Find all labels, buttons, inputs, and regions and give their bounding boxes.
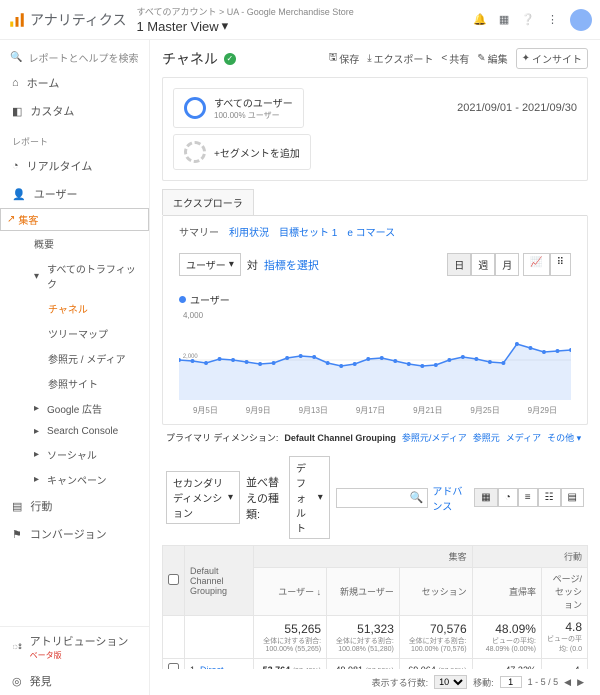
circle-icon [184,97,206,119]
dim-label: プライマリ ディメンション: [166,431,278,444]
range-label: 1 - 5 / 5 [528,677,559,687]
dot-icon [179,296,186,303]
tab-explorer[interactable]: エクスプローラ [162,189,254,215]
metric-select[interactable]: ユーザー ▾ [179,253,241,276]
bell-icon[interactable]: 🔔 [473,13,487,26]
subtab-ecom[interactable]: e コマース [347,224,395,239]
nav-acquisition[interactable]: ↗集客 [0,208,149,231]
view-selector[interactable]: 1 Master View ▾ [136,18,353,34]
share-button[interactable]: < 共有 [441,48,469,69]
block-icon: ◧ [12,105,22,118]
dim-m[interactable]: メディア [506,431,541,444]
page-title: チャネル [162,49,218,69]
insight-button[interactable]: ✦ インサイト [516,48,588,69]
chart-type-line[interactable]: 📈 [523,253,549,276]
export-button[interactable]: ⤓ エクスポート [367,48,433,69]
sort-label: 並べ替えの種類: [246,474,283,522]
vs-label: 対 [247,257,258,273]
secondary-dim[interactable]: セカンダリ ディメンション ▾ [166,471,240,524]
prev-button[interactable]: ◀ [564,677,571,688]
next-button[interactable]: ▶ [577,677,584,688]
save-button[interactable]: 🖫 保存 [329,48,360,69]
nav-reports-header: レポート [0,125,149,152]
grid-icon: ▤ [12,500,22,513]
search-box[interactable]: 🔍 [336,488,429,508]
nav-overview[interactable]: 概要 [30,231,149,256]
view-perf[interactable]: ≡ [518,488,538,507]
clock-icon: ◔ [12,160,19,172]
table-row[interactable]: 1. Direct53,764 (97.49%)49,981 (97.53%)6… [163,659,588,670]
avatar[interactable] [570,9,592,31]
select-all[interactable] [168,574,179,585]
help-icon[interactable]: ❔ [521,13,535,26]
breadcrumb[interactable]: すべてのアカウント > UA - Google Merchandise Stor… [136,5,353,18]
select-metric[interactable]: 指標を選択 [264,257,319,273]
nav-behavior[interactable]: ▤行動 [0,492,149,520]
nav-google-ads[interactable]: ▸ Google 広告 [30,396,149,421]
chart-type-motion[interactable]: ⠿ [550,253,571,276]
view-comp[interactable]: ☷ [538,488,561,507]
nav-campaign[interactable]: ▸ キャンペーン [30,467,149,492]
nav-custom[interactable]: ◧カスタム [0,97,149,125]
dim-sm[interactable]: 参照元/メディア [402,431,467,444]
circle-dashed-icon [184,141,206,163]
add-segment[interactable]: +セグメントを追加 [173,134,311,170]
nav-search-console[interactable]: ▸ Search Console [30,421,149,442]
nav-source-medium[interactable]: 参照元 / メディア [44,346,149,371]
share-icon: ↗ [7,214,15,225]
nav-treemap[interactable]: ツリーマップ [44,321,149,346]
subtab-usage[interactable]: 利用状況 [229,224,269,239]
data-table: Default Channel Grouping 集客行動 ユーザー ↓ 新規ユ… [162,545,588,669]
rows-label: 表示する行数: [372,676,429,689]
search-icon: 🔍 [410,491,424,504]
goto-label: 移動: [473,676,494,689]
nav-social[interactable]: ▸ ソーシャル [30,442,149,467]
svg-text:2,000: 2,000 [183,354,198,360]
segment-all-users[interactable]: すべてのユーザー100.00% ユーザー [173,88,304,128]
period-month[interactable]: 月 [495,253,519,276]
advanced-link[interactable]: アドバンス [432,483,470,513]
nav-conversion[interactable]: ⚑コンバージョン [0,520,149,548]
bulb-icon: ◎ [12,675,22,688]
nav-all-traffic[interactable]: ▾ すべてのトラフィック [30,256,149,296]
nav-discover[interactable]: ◎発見 [0,667,149,695]
search-input[interactable]: 🔍レポートとヘルプを検索 [0,46,149,69]
date-range[interactable]: 2021/09/01 - 2021/09/30 [457,102,577,114]
view-pct[interactable]: ◔ [498,488,518,507]
nav-user[interactable]: 👤ユーザー [0,180,149,208]
flag-icon: ⚑ [12,528,22,541]
apps-icon[interactable]: ▦ [499,13,509,26]
dim-dcg[interactable]: Default Channel Grouping [284,433,396,443]
subtab-summary[interactable]: サマリー [179,224,219,239]
dim-s[interactable]: 参照元 [473,431,500,444]
nav-home[interactable]: ⌂ホーム [0,69,149,97]
nav-realtime[interactable]: ◔リアルタイム [0,152,149,180]
rows-select[interactable]: 10 [434,675,467,689]
sort-type[interactable]: デフォルト ▾ [289,456,330,539]
home-icon: ⌂ [12,77,19,89]
more-icon[interactable]: ⋮ [547,13,558,26]
verified-icon: ✓ [224,53,236,65]
nav-attribution[interactable]: ఃアトリビューションベータ版 [0,627,149,667]
attr-icon: ః [12,640,22,655]
chevron-down-icon: ▾ [222,18,229,34]
ga-logo[interactable]: アナリティクス [8,10,126,30]
chart: ユーザー 4,000 2,000 9月5日9月9日9月13日9月17日9月21日… [163,282,587,424]
period-week[interactable]: 週 [471,253,495,276]
search-icon: 🔍 [10,52,22,63]
subtab-goal[interactable]: 目標セット 1 [279,224,337,239]
view-pivot[interactable]: ▤ [561,488,584,507]
person-icon: 👤 [12,188,26,201]
nav-channel[interactable]: チャネル [44,296,149,321]
dim-other[interactable]: その他 ▾ [547,431,581,444]
period-day[interactable]: 日 [447,253,471,276]
edit-button[interactable]: ✎ 編集 [477,48,507,69]
nav-referral[interactable]: 参照サイト [44,371,149,396]
goto-input[interactable] [500,676,522,688]
view-table[interactable]: ▦ [474,488,497,507]
